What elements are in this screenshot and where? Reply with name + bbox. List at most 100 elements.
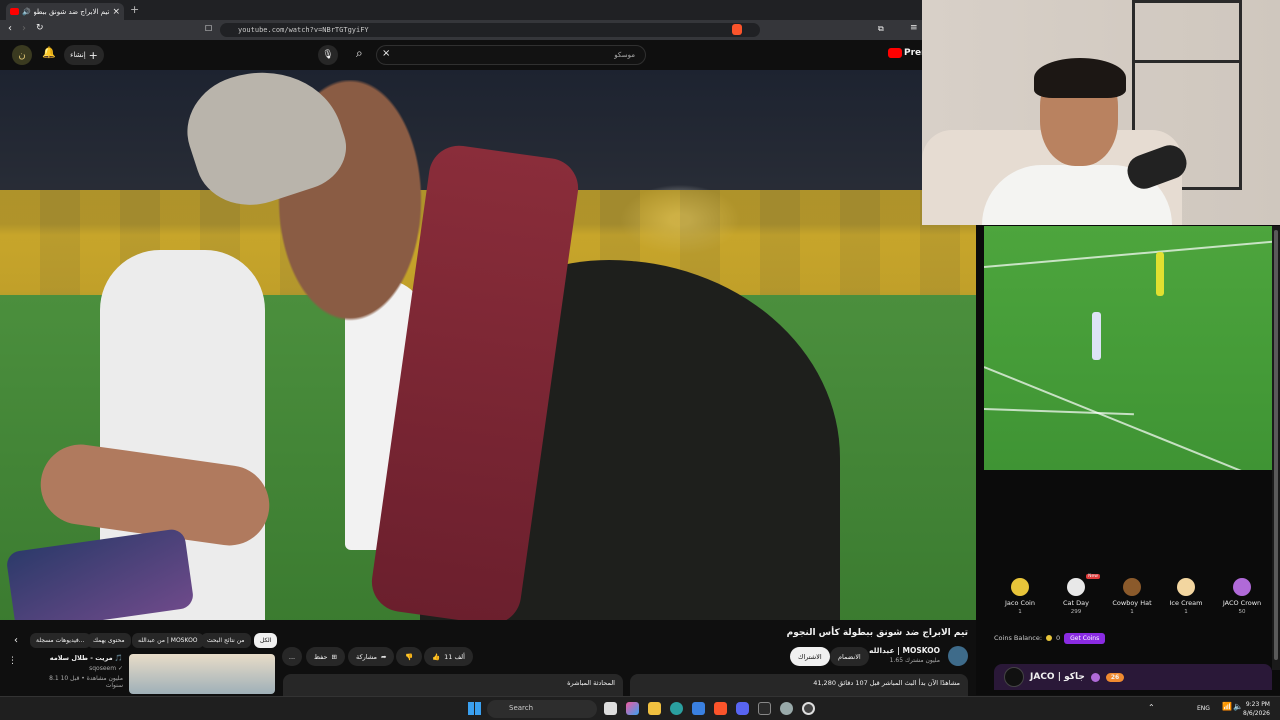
back-icon[interactable]: ‹ [8,23,12,34]
search-input[interactable]: موسكو [376,45,646,65]
football-stream[interactable] [984,226,1272,470]
forward-icon[interactable]: › [22,23,26,34]
coins-balance-label: Coins Balance: [994,634,1043,642]
clear-search-icon[interactable]: × [382,48,390,59]
url-field[interactable]: youtube.com/watch?v=NBrTGTgyiFY [220,23,760,37]
create-button[interactable]: إنشاء + [64,45,104,65]
kebab-menu-icon[interactable]: ⋮ [8,656,17,666]
description-box[interactable]: 41,280 مشاهدًا الآن بدأ البث المباشر قبل… [630,674,968,696]
ice-cream-icon [1177,578,1195,596]
get-coins-button[interactable]: Get Coins [1064,632,1106,644]
gift-name: Cat Day [1063,599,1089,607]
task-view-icon[interactable] [604,702,617,715]
gift-price: 1 [1184,609,1188,615]
youtube-header: ن 🔔 إنشاء + 🎙 ⌕ موسكو × Prem [0,40,931,70]
windows-start-icon[interactable] [468,702,481,715]
crown-icon [1233,578,1251,596]
webcam-overlay [922,0,1280,225]
youtube-favicon-icon [10,8,19,15]
live-chat-header[interactable]: المحادثة المباشرة [283,674,623,696]
coins-balance-value: 0 [1056,634,1061,642]
browser-tabbar: 🔊 تيم الابراج ضد شونق ببطولة كأ... × + [0,0,922,20]
chip-recorded[interactable]: فيديوهات مسجلة... [30,633,91,648]
tray-chevron-icon[interactable]: ⌃ [1148,703,1155,712]
recommended-video[interactable]: مريت - طلال سلامه 🎵 sqoseem ✓ 8.1 مليون … [30,654,275,694]
edge-icon[interactable] [670,702,683,715]
streamer-info-row[interactable]: JACO | جاكو 26 [994,664,1272,690]
taskbar-search[interactable]: Search [487,700,597,718]
browser-tab[interactable]: 🔊 تيم الابراج ضد شونق ببطولة كأ... × [6,3,124,20]
volume-icon[interactable]: 🔈 [1233,702,1243,711]
save-button[interactable]: حفظ ⊞ [306,647,345,666]
chips-prev-icon[interactable]: ‹ [14,635,18,646]
level-badge: 26 [1105,672,1125,682]
account-avatar[interactable]: ن [12,45,32,65]
file-explorer-icon[interactable] [648,702,661,715]
shelf-divider [1132,60,1242,63]
clock-date: 8/6/2026 [1243,710,1270,717]
menu-icon[interactable]: ≡ [910,23,918,33]
subscribe-button[interactable]: الاشتراك [790,647,830,666]
clock[interactable]: 9:23 PM 8/6/2026 [1243,700,1270,718]
save-label: حفظ [314,652,328,661]
close-tab-icon[interactable]: × [112,7,120,17]
chip-all[interactable]: الكل [254,633,278,648]
bookmark-save-icon: ⊞ [331,652,337,661]
search-icon[interactable]: ⌕ [356,46,363,61]
more-actions-button[interactable]: ... [282,647,302,666]
gift-price: 1 [1130,609,1134,615]
extensions-icon[interactable]: ⧉ [878,24,884,34]
like-count: 11 ألف [444,652,465,661]
join-button[interactable]: الانضمام [830,647,869,666]
channel-avatar[interactable] [948,646,968,666]
gift-name: JACO Crown [1222,599,1262,607]
tab-title: تيم الابراج ضد شونق ببطولة كأ... [33,7,110,16]
pitch-line [984,239,1272,268]
discord-icon[interactable] [736,702,749,715]
like-button[interactable]: 👍 11 ألف [424,647,473,666]
scrollbar-thumb[interactable] [1274,230,1278,660]
gift-cat-day[interactable]: New Cat Day 299 [1050,574,1102,615]
wifi-icon[interactable]: 📶 [1222,702,1232,711]
gift-row: Jaco Coin 1 New Cat Day 299 Cowboy Hat 1… [994,574,1272,628]
reload-icon[interactable]: ↻ [36,23,44,33]
chip-from-channel[interactable]: من عبدالله | MOSKOO [132,633,204,648]
gift-ice-cream[interactable]: Ice Cream 1 [1160,578,1212,615]
panel-scrollbar[interactable] [1272,226,1280,670]
streamer-hair [1034,58,1126,98]
bookmark-icon[interactable]: ☐ [205,24,212,33]
coin-small-icon [1046,635,1053,641]
notifications-bell-icon[interactable]: 🔔 [42,46,56,59]
youtube-play-icon [888,48,902,58]
share-label: مشاركة [356,652,377,661]
language-indicator[interactable]: ENG [1197,705,1210,712]
new-tab-button[interactable]: + [130,3,139,16]
gift-price: 299 [1070,609,1082,615]
video-thumbnail[interactable] [129,654,275,694]
voice-search-button[interactable]: 🎙 [318,45,338,65]
dislike-button[interactable]: 👎 [396,647,422,666]
brave-shield-icon[interactable] [732,24,742,35]
thumbs-down-icon: 👎 [404,652,414,661]
pitch-line [984,366,1272,470]
browser-toolbar: ‹ › ↻ ☐ youtube.com/watch?v=NBrTGTgyiFY … [0,20,922,40]
gift-jaco-crown[interactable]: JACO Crown 50 [1216,578,1268,615]
gift-cowboy-hat[interactable]: Cowboy Hat 1 [1106,578,1158,615]
cat-icon [1067,578,1085,596]
thumbs-up-icon: 👍 [432,652,441,661]
audio-icon[interactable]: 🔊 [22,8,31,16]
terminal-icon[interactable] [758,702,771,715]
gift-price: 1 [1018,609,1022,615]
brave-icon[interactable] [714,702,727,715]
video-player[interactable] [0,70,976,620]
copilot-icon[interactable] [626,702,639,715]
channel-name[interactable]: عبدالله | MOSKOO [869,646,940,655]
settings-gear-icon[interactable] [780,702,793,715]
store-icon[interactable] [692,702,705,715]
streamer-avatar[interactable] [1004,667,1024,687]
share-button[interactable]: مشاركة ➦ [348,647,395,666]
gift-jaco-coin[interactable]: Jaco Coin 1 [994,578,1046,615]
chip-related[interactable]: محتوى يهمك [87,633,131,648]
chip-search-results[interactable]: من نتائج البحث [201,633,251,648]
obs-icon[interactable] [802,702,815,715]
